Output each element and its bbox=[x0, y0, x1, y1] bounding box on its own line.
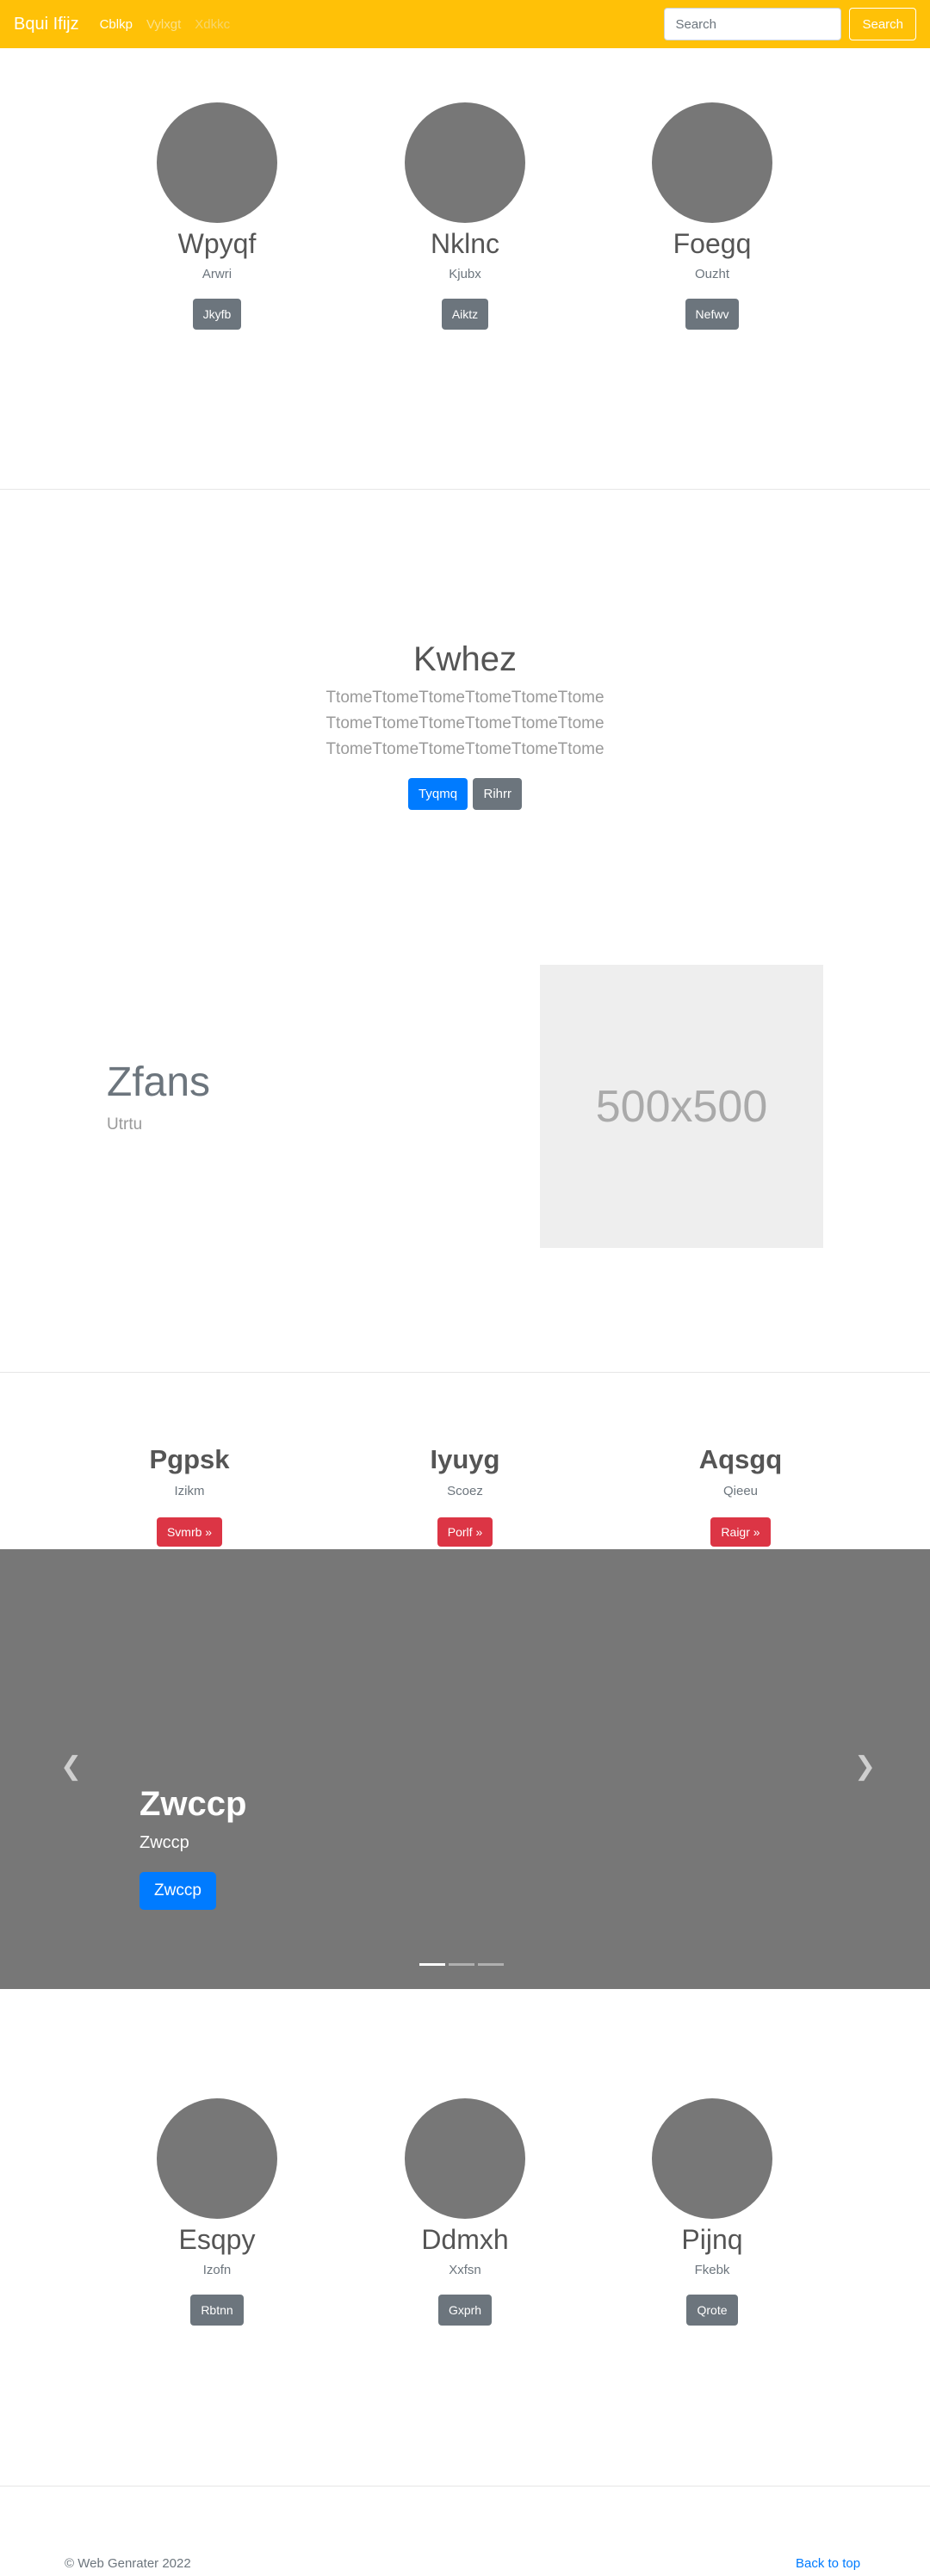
profile-subtitle: Kjubx bbox=[449, 267, 481, 281]
profile-card: Wpyqf Arwri Jkyfb bbox=[122, 102, 312, 330]
heading-card: Aqsgq Qieeu Raigr » bbox=[637, 1442, 844, 1547]
search-button[interactable]: Search bbox=[849, 8, 916, 40]
jumbotron-secondary-button[interactable]: Rihrr bbox=[473, 778, 522, 810]
carousel: ❮ ❯ Zwccp Zwccp Zwccp bbox=[0, 1549, 930, 1989]
jumbotron-lead: TtomeTtomeTtomeTtomeTtomeTtome TtomeTtom… bbox=[0, 685, 930, 763]
carousel-text: Zwccp bbox=[140, 1833, 189, 1852]
profile-button[interactable]: Rbtnn bbox=[190, 2295, 244, 2326]
nav-link-2[interactable]: Vylxgt bbox=[146, 17, 181, 32]
jumbotron-lead-line: TtomeTtomeTtomeTtomeTtomeTtome bbox=[326, 689, 604, 707]
carousel-caption: Zwccp Zwccp Zwccp bbox=[140, 1783, 246, 1910]
profile-subtitle: Izofn bbox=[202, 2263, 232, 2277]
profile-name: Pijnq bbox=[681, 2224, 743, 2255]
profile-button[interactable]: Aiktz bbox=[441, 299, 489, 330]
profile-button[interactable]: Jkyfb bbox=[192, 299, 242, 330]
section-divider bbox=[0, 489, 930, 490]
profile-card: Pijnq Fkebk Qrote bbox=[617, 2098, 807, 2326]
feature-subtitle: Utrtu bbox=[107, 1115, 143, 1134]
chevron-left-icon[interactable]: ❮ bbox=[60, 1754, 82, 1780]
profile-card: Nklnc Kjubx Aiktz bbox=[370, 102, 560, 330]
heading-title: Pgpsk bbox=[149, 1444, 230, 1474]
profile-name: Wpyqf bbox=[177, 228, 257, 259]
jumbotron-primary-button[interactable]: Tyqmq bbox=[408, 778, 468, 810]
avatar bbox=[652, 102, 772, 223]
profile-subtitle: Xxfsn bbox=[449, 2263, 481, 2277]
section-divider bbox=[0, 1372, 930, 1373]
search-input[interactable] bbox=[664, 8, 842, 40]
nav-link-1[interactable]: Cblkp bbox=[100, 17, 133, 32]
carousel-button[interactable]: Zwccp bbox=[140, 1872, 216, 1910]
avatar bbox=[405, 2098, 525, 2219]
profile-subtitle: Arwri bbox=[202, 267, 232, 281]
heading-button[interactable]: Porlf » bbox=[437, 1517, 493, 1547]
chevron-right-icon[interactable]: ❯ bbox=[854, 1754, 876, 1780]
avatar bbox=[652, 2098, 772, 2219]
profile-card: Ddmxh Xxfsn Gxprh bbox=[370, 2098, 560, 2326]
avatar bbox=[157, 2098, 277, 2219]
profile-name: Esqpy bbox=[178, 2224, 256, 2255]
heading-button[interactable]: Svmrb » bbox=[156, 1517, 223, 1547]
jumbotron-lead-line: TtomeTtomeTtomeTtomeTtomeTtome bbox=[326, 740, 604, 758]
profile-name: Ddmxh bbox=[421, 2224, 509, 2255]
feature-title: Zfans bbox=[107, 1059, 211, 1105]
profile-card: Esqpy Izofn Rbtnn bbox=[122, 2098, 312, 2326]
profile-subtitle: Ouzht bbox=[694, 267, 730, 281]
carousel-indicator[interactable] bbox=[449, 1963, 474, 1966]
heading-subtitle: Scoez bbox=[447, 1484, 483, 1498]
heading-subtitle: Qieeu bbox=[722, 1484, 759, 1498]
profile-button[interactable]: Gxprh bbox=[437, 2295, 493, 2326]
search-form: Search bbox=[664, 8, 916, 40]
heading-button[interactable]: Raigr » bbox=[710, 1517, 771, 1547]
navbar-brand[interactable]: Bqui Ifijz bbox=[14, 15, 79, 34]
profile-button[interactable]: Qrote bbox=[686, 2295, 738, 2326]
heading-title: Aqsgq bbox=[698, 1444, 783, 1474]
jumbotron-buttons: Tyqmq Rihrr bbox=[0, 778, 930, 810]
profile-button[interactable]: Nefwv bbox=[685, 299, 740, 330]
placeholder-image: 500x500 bbox=[540, 965, 823, 1248]
footer-copyright: © Web Genrater 2022 bbox=[65, 2556, 191, 2571]
carousel-title: Zwccp bbox=[140, 1785, 247, 1823]
avatar bbox=[405, 102, 525, 223]
carousel-indicator[interactable] bbox=[478, 1963, 504, 1966]
back-to-top-link[interactable]: Back to top bbox=[796, 2556, 860, 2571]
nav-link-3[interactable]: Xdkkc bbox=[195, 17, 230, 32]
jumbotron: Kwhez TtomeTtomeTtomeTtomeTtomeTtome Tto… bbox=[0, 637, 930, 810]
jumbotron-title: Kwhez bbox=[412, 640, 518, 678]
carousel-indicator[interactable] bbox=[419, 1963, 445, 1966]
carousel-indicators bbox=[419, 1963, 507, 1966]
profile-name: Nklnc bbox=[430, 228, 499, 259]
heading-card: Pgpsk Izikm Svmrb » bbox=[86, 1442, 293, 1547]
heading-title: Iyuyg bbox=[430, 1444, 500, 1474]
placeholder-image-label: 500x500 bbox=[595, 1081, 768, 1132]
heading-card: Iyuyg Scoez Porlf » bbox=[362, 1442, 568, 1547]
profile-subtitle: Fkebk bbox=[694, 2263, 730, 2277]
profile-name: Foegq bbox=[673, 228, 752, 259]
heading-subtitle: Izikm bbox=[174, 1484, 205, 1498]
jumbotron-lead-line: TtomeTtomeTtomeTtomeTtomeTtome bbox=[326, 714, 604, 732]
profile-card: Foegq Ouzht Nefwv bbox=[617, 102, 807, 330]
avatar bbox=[157, 102, 277, 223]
navbar: Bqui Ifijz Cblkp Vylxgt Xdkkc Search bbox=[0, 0, 930, 48]
